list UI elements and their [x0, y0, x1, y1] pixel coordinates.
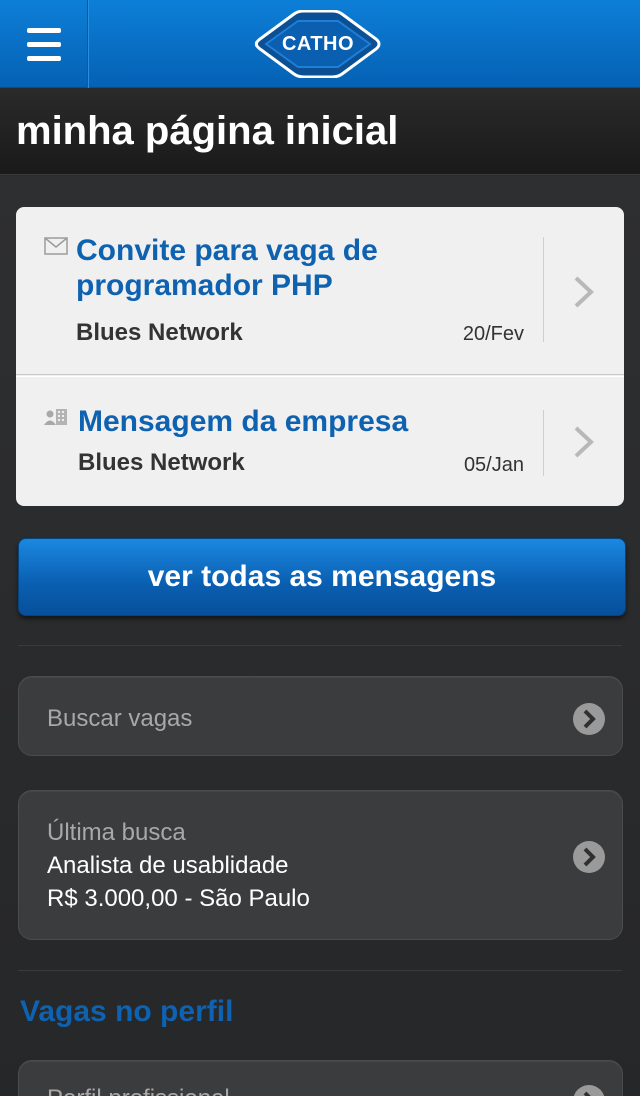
message-item[interactable]: Mensagem da empresa Blues Network 05/Jan: [16, 376, 624, 506]
main-content: Convite para vaga de programador PHP Blu…: [0, 176, 640, 1096]
message-title: Mensagem da empresa: [78, 405, 409, 438]
message-item[interactable]: Convite para vaga de programador PHP Blu…: [16, 207, 624, 375]
last-search-button[interactable]: Última busca Analista de usablidade R$ 3…: [18, 790, 623, 940]
menu-button[interactable]: [0, 0, 88, 88]
divider: [543, 410, 544, 476]
last-search-query: Analista de usablidade: [47, 852, 289, 879]
hamburger-menu-icon: [27, 28, 61, 33]
divider: [18, 645, 622, 646]
search-jobs-button[interactable]: Buscar vagas: [18, 676, 623, 756]
chevron-right-icon: [572, 275, 596, 309]
message-company: Blues Network: [78, 449, 245, 476]
section-title: Vagas no perfil: [20, 995, 234, 1028]
professional-profile-button[interactable]: Perfil profissional: [18, 1060, 623, 1096]
last-search-label: Última busca: [47, 819, 186, 846]
view-all-messages-button[interactable]: ver todas as mensagens: [18, 538, 626, 616]
chevron-right-circle-icon: [573, 1085, 605, 1096]
chevron-right-circle-icon: [573, 703, 605, 735]
hamburger-menu-icon-line: [27, 56, 61, 61]
message-date: 05/Jan: [463, 454, 524, 476]
page-title: minha página inicial: [16, 109, 399, 153]
message-company: Blues Network: [76, 319, 243, 346]
chevron-right-icon: [572, 425, 596, 459]
logo-text: CATHO: [281, 33, 355, 55]
message-date: 20/Fev: [462, 323, 524, 345]
catho-logo[interactable]: CATHO: [250, 9, 386, 79]
divider: [543, 237, 544, 342]
search-jobs-label: Buscar vagas: [47, 705, 193, 732]
title-band: minha página inicial: [0, 89, 640, 175]
hamburger-menu-icon-line: [27, 42, 61, 47]
chevron-right-circle-icon: [573, 841, 605, 873]
professional-profile-label: Perfil profissional: [47, 1085, 230, 1096]
top-bar: CATHO: [0, 0, 640, 88]
messages-card: Convite para vaga de programador PHP Blu…: [16, 207, 624, 506]
divider: [18, 970, 622, 971]
message-title: Convite para vaga de programador PHP: [76, 234, 378, 302]
envelope-icon: [44, 237, 68, 260]
company-building-icon: [44, 407, 68, 432]
last-search-details: R$ 3.000,00 - São Paulo: [47, 885, 310, 912]
